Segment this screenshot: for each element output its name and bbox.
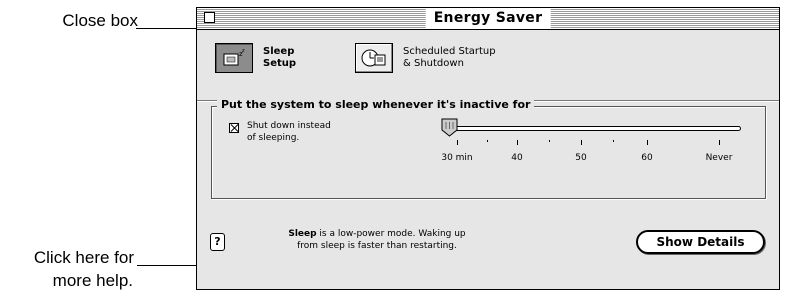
window-content: z z Sleep Setup Scheduled Startup & Shut… — [197, 30, 779, 289]
slider-tick — [457, 140, 458, 145]
sleep-group-label: Put the system to sleep whenever it's in… — [217, 97, 535, 113]
show-details-button[interactable]: Show Details — [636, 230, 765, 254]
slider-tick-label: 60 — [641, 153, 653, 163]
callout-close-box: Close box — [62, 11, 138, 30]
slider-tick-label: 50 — [575, 153, 587, 163]
sleep-monitor-icon: z z — [215, 43, 253, 73]
help-icon[interactable]: ? — [210, 233, 225, 251]
mode-scheduled-startup-label: Scheduled Startup & Shutdown — [403, 46, 496, 69]
sleep-description: Sleep is a low-power mode. Waking up fro… — [277, 228, 477, 252]
slider-tick-minor — [487, 140, 488, 142]
sleep-description-text: is a low-power mode. Waking up from slee… — [297, 229, 466, 251]
slider-tick-label: Never — [705, 153, 733, 163]
window-title: Energy Saver — [425, 9, 551, 28]
sleep-slider-track[interactable] — [449, 126, 741, 131]
callout-help-line1: Click here for — [33, 248, 134, 267]
slider-tick — [647, 140, 648, 145]
slider-tick — [517, 140, 518, 145]
svg-text:z: z — [242, 48, 245, 54]
energy-saver-window: Energy Saver z z Sleep Setup Scheduled S… — [196, 7, 780, 290]
sleep-description-bold: Sleep — [288, 229, 317, 239]
title-bar[interactable]: Energy Saver — [197, 8, 779, 30]
shutdown-instead-label: Shut down instead of sleeping. — [247, 121, 331, 143]
mode-sleep-setup[interactable]: z z Sleep Setup — [215, 43, 296, 73]
callout-close-box-line — [136, 28, 204, 29]
mode-scheduled-startup[interactable]: Scheduled Startup & Shutdown — [355, 43, 496, 73]
slider-tick-label: 30 min — [441, 153, 473, 163]
close-box[interactable] — [204, 12, 215, 23]
slider-tick-minor — [549, 140, 550, 142]
clock-computer-icon — [355, 43, 393, 73]
slider-tick-label: 40 — [511, 153, 523, 163]
sleep-slider-thumb[interactable] — [441, 118, 458, 137]
callout-help-line2: more help. — [52, 271, 133, 290]
mode-sleep-setup-label: Sleep Setup — [263, 46, 297, 69]
slider-tick — [719, 140, 720, 145]
slider-tick — [581, 140, 582, 145]
slider-tick-minor — [613, 140, 614, 142]
shutdown-instead-checkbox[interactable] — [229, 123, 239, 133]
